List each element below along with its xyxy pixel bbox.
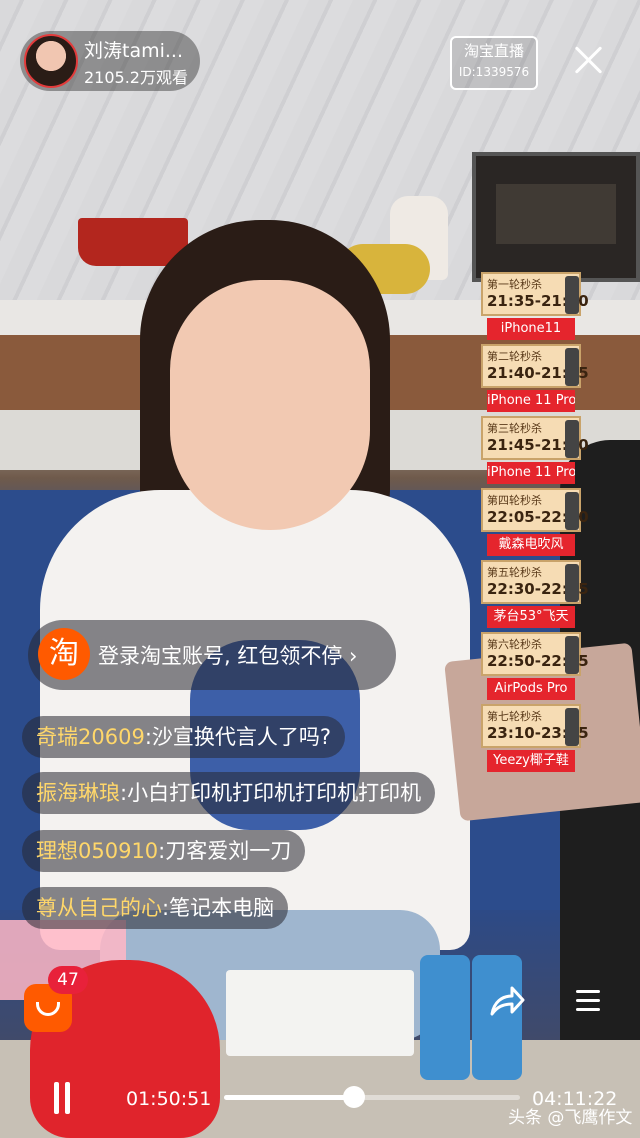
oven (472, 152, 640, 282)
product-thumbnail (565, 564, 579, 602)
viewer-count: 2105.2万观看 (84, 68, 188, 87)
comment-item: 尊从自己的心:笔记本电脑 (22, 887, 289, 929)
product-thumbnail (565, 492, 579, 530)
oven-window (496, 184, 616, 244)
product-thumbnail (565, 636, 579, 674)
host-face (170, 280, 370, 530)
current-time: 01:50:51 (126, 1088, 212, 1110)
taobao-icon: 淘 (38, 628, 90, 680)
cart-count-badge: 47 (48, 966, 88, 994)
sale-header: 第七轮秒杀 23:10-23:15 (481, 704, 589, 748)
comment-user: 尊从自己的心 (36, 896, 162, 920)
sale-header: 第四轮秒杀 22:05-22:10 (481, 488, 589, 532)
comment-user: 奇瑞20609 (36, 725, 145, 749)
sale-round: 第一轮秒杀 (487, 278, 542, 291)
sale-product: AirPods Pro (487, 678, 575, 700)
flash-sale-item[interactable]: 第一轮秒杀 21:35-21:40 iPhone11 (481, 272, 589, 344)
product-thumbnail (565, 420, 579, 458)
flash-sale-item[interactable]: 第五轮秒杀 22:30-22:35 茅台53°飞天 (481, 560, 589, 632)
product-thumbnail (565, 708, 579, 746)
comment-item: 振海琳琅:小白打印机打印机打印机打印机 (22, 772, 436, 814)
sale-product: iPhone 11 Pro Max (487, 462, 575, 484)
comment-item: 理想050910:刀客爱刘一刀 (22, 830, 306, 872)
comment-text: :小白打印机打印机打印机打印机 (120, 781, 422, 805)
taobao-live-badge: 淘宝直播 ID:1339576 (450, 36, 538, 90)
sale-product: 戴森电吹风 (487, 534, 575, 556)
sale-product: iPhone11 (487, 318, 575, 340)
white-box (226, 970, 414, 1056)
comment-user: 理想050910 (36, 839, 159, 863)
sale-round: 第五轮秒杀 (487, 566, 542, 579)
comment-item: 奇瑞20609:沙宣换代言人了吗? (22, 716, 346, 758)
bag-smile (36, 1002, 60, 1016)
share-icon[interactable] (488, 984, 526, 1020)
sale-header: 第二轮秒杀 21:40-21:45 (481, 344, 589, 388)
sale-product: Yeezy椰子鞋 (487, 750, 575, 772)
anchor-avatar[interactable] (24, 34, 78, 88)
flash-sale-item[interactable]: 第四轮秒杀 22:05-22:10 戴森电吹风 (481, 488, 589, 560)
sale-product: iPhone 11 Pro (487, 390, 575, 412)
watermark: 头条 @飞鹰作文 (508, 1108, 633, 1128)
sale-round: 第六轮秒杀 (487, 638, 542, 651)
sale-product: 茅台53°飞天 (487, 606, 575, 628)
sale-header: 第五轮秒杀 22:30-22:35 (481, 560, 589, 604)
anchor-name: 刘涛tami... (84, 40, 183, 62)
sale-header: 第三轮秒杀 21:45-21:50 (481, 416, 589, 460)
comment-text: :笔记本电脑 (162, 896, 275, 920)
login-prompt-text[interactable]: 登录淘宝账号, 红包领不停 › (98, 640, 357, 670)
sale-round: 第二轮秒杀 (487, 350, 542, 363)
product-thumbnail (565, 276, 579, 314)
flash-sale-item[interactable]: 第三轮秒杀21:45-21:50iPhone 11 Pro Max (481, 416, 589, 488)
flash-sale-schedule[interactable]: 第一轮秒杀 21:35-21:40 iPhone11 第二轮秒杀 21:40-21:45… (481, 272, 589, 778)
flash-sale-item[interactable]: 第六轮秒杀 22:50-22:55 AirPods Pro (481, 632, 589, 704)
sale-round: 第三轮秒杀 (487, 422, 542, 435)
sale-header: 第六轮秒杀 22:50-22:55 (481, 632, 589, 676)
sale-round: 第四轮秒杀 (487, 494, 542, 507)
product-thumbnail (565, 348, 579, 386)
progress-bar[interactable] (224, 1086, 520, 1108)
comment-text: :刀客爱刘一刀 (158, 839, 292, 863)
pause-icon[interactable] (52, 1082, 72, 1114)
sale-header: 第一轮秒杀 21:35-21:40 (481, 272, 589, 316)
room-id: ID:1339576 (458, 65, 530, 79)
badge-title: 淘宝直播 (463, 42, 524, 60)
comment-user: 振海琳琅 (36, 781, 120, 805)
progress-fill (224, 1095, 355, 1100)
flash-sale-item[interactable]: 第七轮秒杀 23:10-23:15 Yeezy椰子鞋 (481, 704, 589, 776)
sale-round: 第七轮秒杀 (487, 710, 542, 723)
flash-sale-item[interactable]: 第二轮秒杀 21:40-21:45 iPhone 11 Pro (481, 344, 589, 416)
close-icon[interactable] (570, 42, 606, 78)
comment-text: :沙宣换代言人了吗? (144, 725, 332, 749)
sanitizer-bottle (420, 955, 470, 1080)
menu-icon[interactable] (576, 990, 600, 1012)
